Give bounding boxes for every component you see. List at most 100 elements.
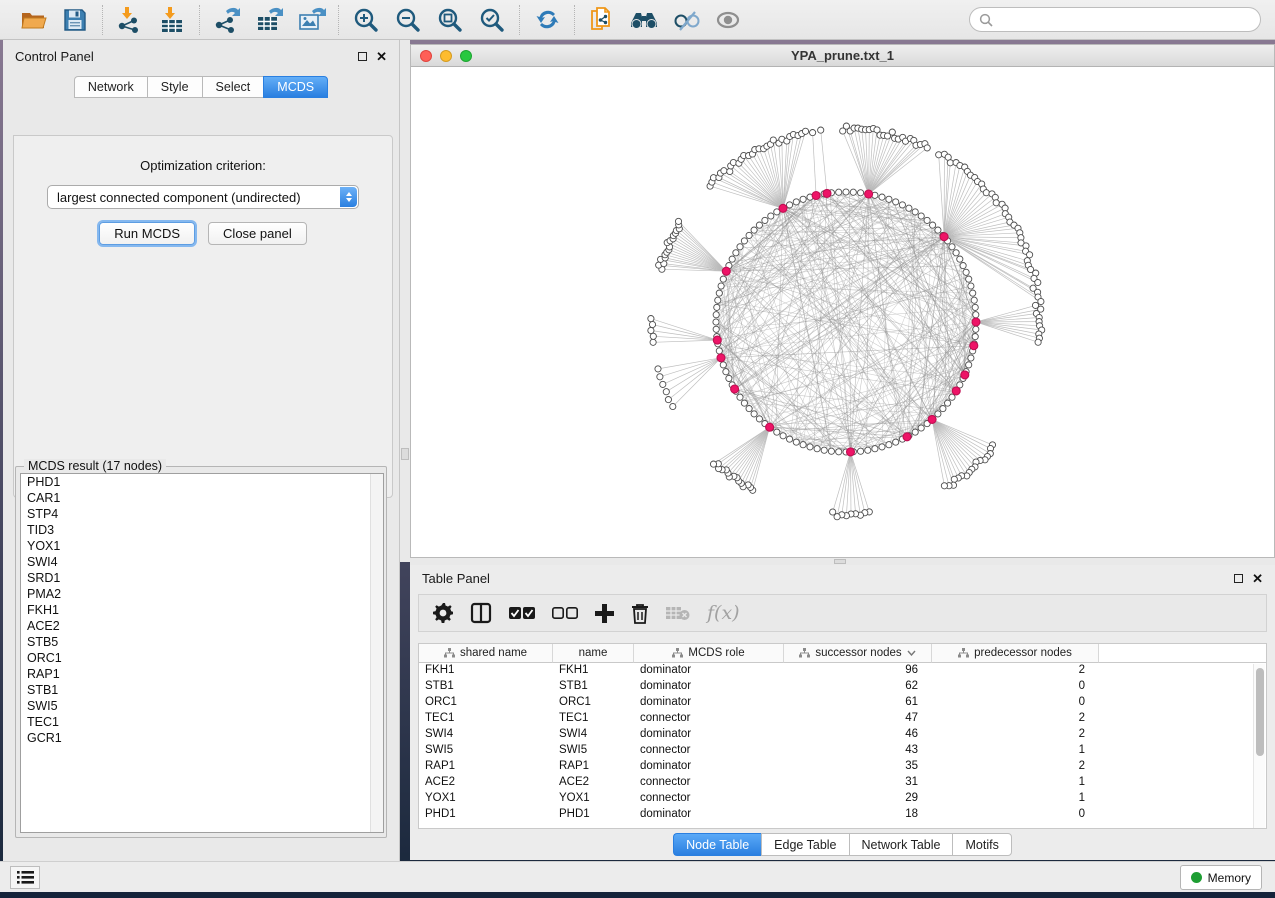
network-node[interactable] (787, 202, 793, 208)
network-node[interactable] (737, 244, 743, 250)
column-header-name[interactable]: name (553, 644, 634, 663)
mcds-result-item[interactable]: SRD1 (21, 570, 383, 586)
search-field[interactable] (969, 7, 1261, 32)
mcds-result-item[interactable]: STB5 (21, 634, 383, 650)
network-node[interactable] (968, 355, 974, 361)
network-node[interactable] (715, 297, 721, 303)
network-leaf-node[interactable] (1035, 339, 1041, 345)
close-panel-icon[interactable]: ✕ (376, 50, 387, 63)
network-node[interactable] (960, 263, 966, 269)
network-node[interactable] (879, 194, 885, 200)
network-node[interactable] (814, 446, 820, 452)
search-input[interactable] (993, 13, 1251, 27)
mcds-result-item[interactable]: FKH1 (21, 602, 383, 618)
task-history-button[interactable] (10, 866, 40, 889)
mcds-result-item[interactable]: CAR1 (21, 490, 383, 506)
mcds-hub-node[interactable] (970, 342, 978, 350)
mcds-result-item[interactable]: SWI5 (21, 698, 383, 714)
network-node[interactable] (720, 276, 726, 282)
network-node[interactable] (970, 290, 976, 296)
export-network-icon[interactable] (212, 5, 242, 35)
table-row[interactable]: FKH1FKH1dominator962 (419, 663, 1266, 679)
network-leaf-node[interactable] (670, 403, 676, 409)
hide-annotations-icon[interactable] (671, 5, 701, 35)
mcds-hub-node[interactable] (865, 190, 873, 198)
network-leaf-node[interactable] (648, 316, 654, 322)
network-window-titlebar[interactable]: YPA_prune.txt_1 (411, 45, 1274, 67)
mcds-result-item[interactable]: PMA2 (21, 586, 383, 602)
zoom-fit-icon[interactable] (435, 5, 465, 35)
select-all-checkboxes-icon[interactable] (509, 607, 535, 620)
mcds-hub-node[interactable] (713, 336, 721, 344)
network-node[interactable] (762, 217, 768, 223)
network-node[interactable] (973, 312, 979, 318)
mcds-result-item[interactable]: STB1 (21, 682, 383, 698)
network-node[interactable] (716, 290, 722, 296)
memory-button[interactable]: Memory (1180, 865, 1262, 890)
table-scrollbar[interactable] (1253, 664, 1265, 828)
mcds-result-item[interactable]: PHD1 (21, 474, 383, 490)
network-node[interactable] (793, 199, 799, 205)
network-node[interactable] (972, 334, 978, 340)
mcds-hub-node[interactable] (972, 318, 980, 326)
network-node[interactable] (843, 189, 849, 195)
table-row[interactable]: SWI4SWI4dominator462 (419, 727, 1266, 743)
vertical-splitter[interactable] (400, 40, 410, 562)
network-node[interactable] (821, 447, 827, 453)
tab-network-table[interactable]: Network Table (849, 833, 953, 856)
tab-select[interactable]: Select (202, 76, 264, 98)
network-node[interactable] (899, 202, 905, 208)
network-node[interactable] (957, 256, 963, 262)
network-node[interactable] (918, 213, 924, 219)
network-node[interactable] (793, 439, 799, 445)
network-leaf-node[interactable] (649, 321, 655, 327)
column-header-successor-nodes[interactable]: successor nodes (784, 644, 932, 663)
network-node[interactable] (713, 312, 719, 318)
table-row[interactable]: ORC1ORC1dominator610 (419, 695, 1266, 711)
network-node[interactable] (756, 222, 762, 228)
network-node[interactable] (741, 400, 747, 406)
network-node[interactable] (886, 442, 892, 448)
network-node[interactable] (865, 447, 871, 453)
network-node[interactable] (968, 283, 974, 289)
export-image-icon[interactable] (296, 5, 326, 35)
network-leaf-node[interactable] (889, 129, 895, 135)
network-node[interactable] (713, 326, 719, 332)
mcds-hub-node[interactable] (928, 415, 936, 423)
column-header-shared-name[interactable]: shared name (419, 644, 553, 663)
tab-network[interactable]: Network (74, 76, 147, 98)
network-node[interactable] (737, 394, 743, 400)
run-mcds-button[interactable]: Run MCDS (99, 222, 195, 245)
mcds-result-item[interactable]: GCR1 (21, 730, 383, 746)
show-eye-icon[interactable] (713, 5, 743, 35)
delete-column-icon[interactable] (631, 603, 649, 624)
mcds-result-item[interactable]: TEC1 (21, 714, 383, 730)
network-leaf-node[interactable] (941, 483, 947, 489)
network-leaf-node[interactable] (665, 397, 671, 403)
network-leaf-node[interactable] (675, 218, 681, 224)
network-node[interactable] (836, 189, 842, 195)
network-node[interactable] (800, 196, 806, 202)
network-node[interactable] (924, 217, 930, 223)
export-table-icon[interactable] (254, 5, 284, 35)
close-panel-button[interactable]: Close panel (208, 222, 307, 245)
network-leaf-node[interactable] (657, 374, 663, 380)
import-network-icon[interactable] (115, 5, 145, 35)
splitter-grip[interactable] (401, 448, 409, 460)
table-row[interactable]: RAP1RAP1dominator352 (419, 759, 1266, 775)
mcds-result-item[interactable]: ACE2 (21, 618, 383, 634)
optimization-criterion-dropdown[interactable]: largest connected component (undirected) (47, 185, 359, 209)
network-node[interactable] (940, 406, 946, 412)
network-leaf-node[interactable] (1035, 279, 1041, 285)
mcds-hub-node[interactable] (961, 371, 969, 379)
network-node[interactable] (912, 209, 918, 215)
network-leaf-node[interactable] (830, 509, 836, 515)
mcds-hub-node[interactable] (823, 189, 831, 197)
network-node[interactable] (972, 304, 978, 310)
network-node[interactable] (720, 362, 726, 368)
mcds-hub-node[interactable] (717, 354, 725, 362)
network-node[interactable] (780, 433, 786, 439)
mcds-result-item[interactable]: YOX1 (21, 538, 383, 554)
network-leaf-node[interactable] (1038, 298, 1044, 304)
network-leaf-node[interactable] (648, 327, 654, 333)
